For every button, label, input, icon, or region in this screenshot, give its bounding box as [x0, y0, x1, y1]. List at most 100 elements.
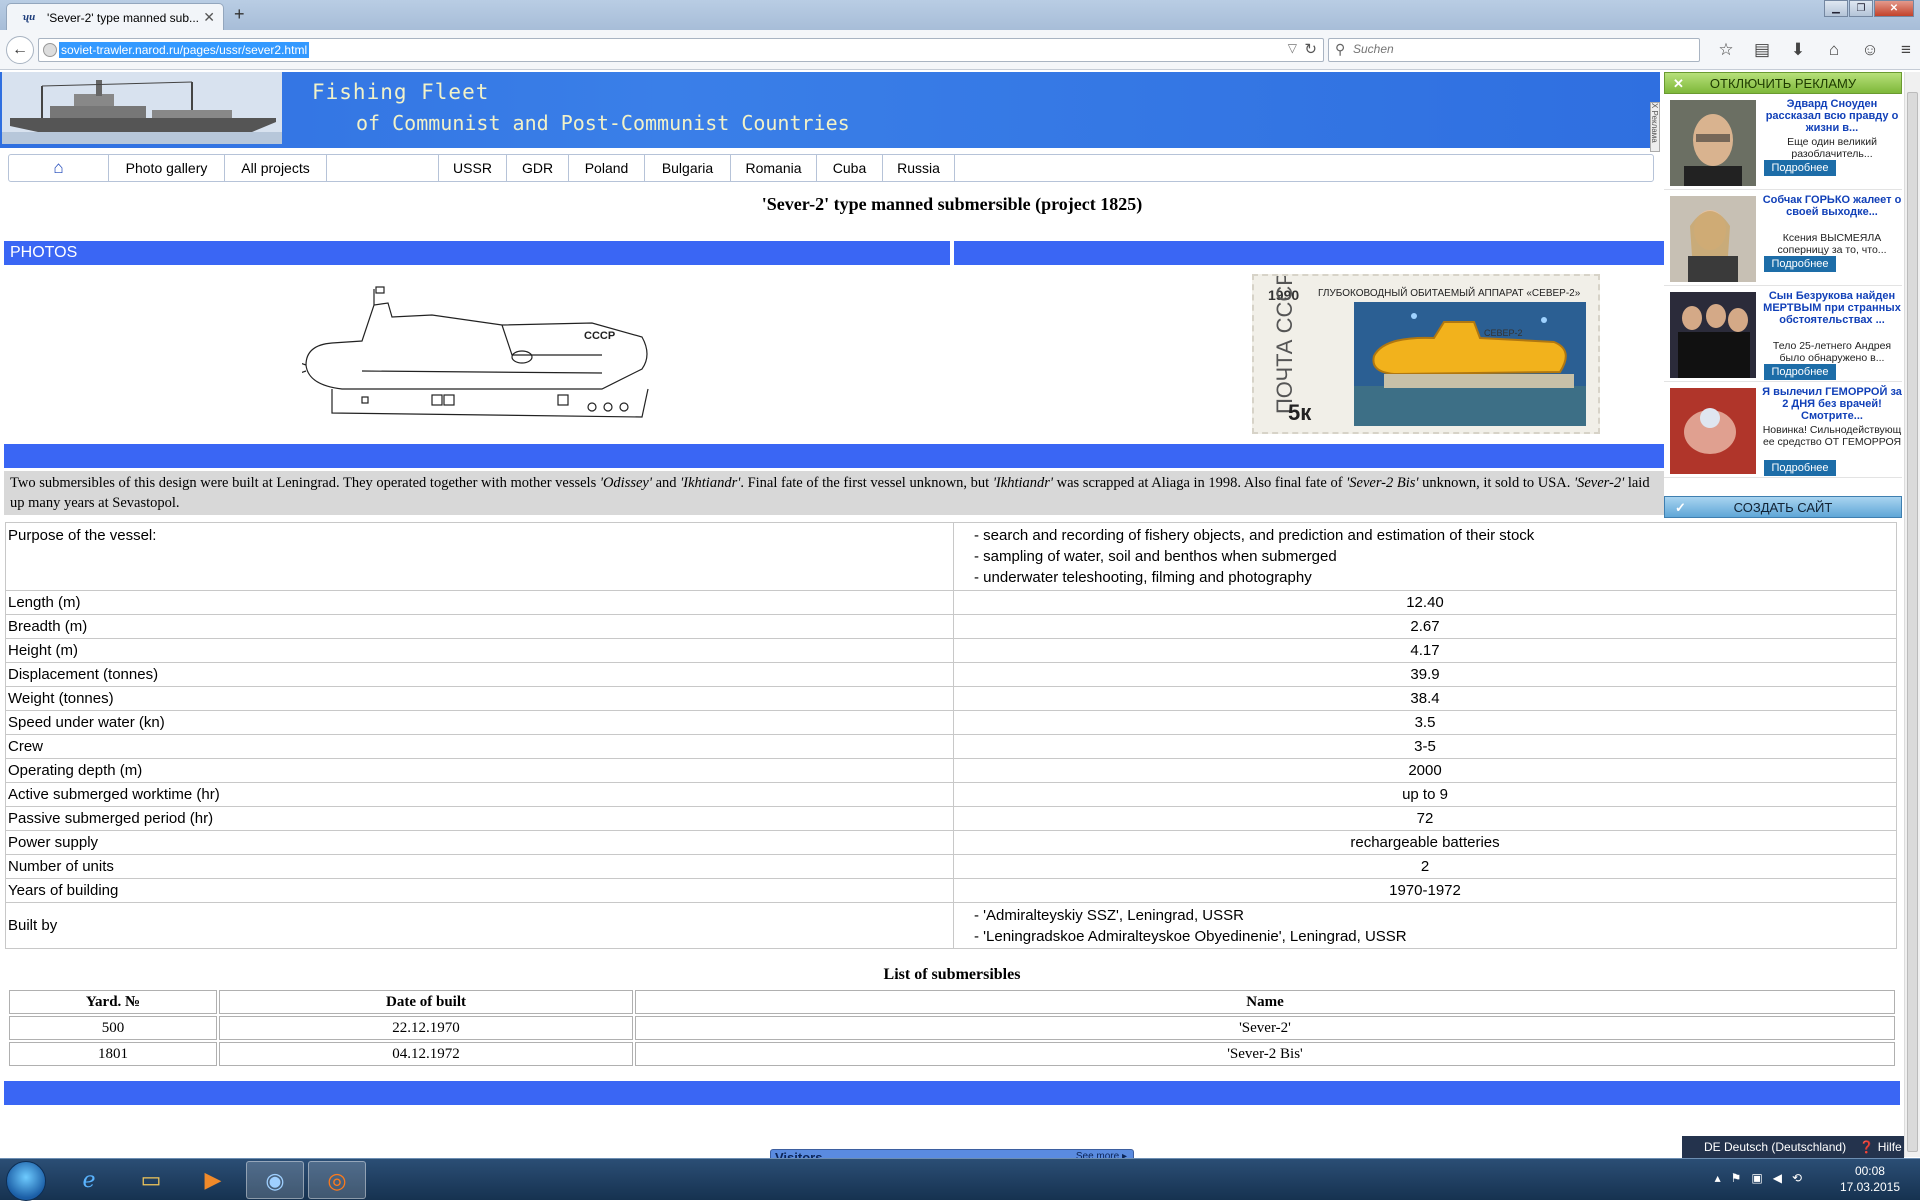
browser-tab[interactable]: ʯu 'Sever-2' type manned sub... ✕	[6, 3, 224, 30]
menu-all-projects[interactable]: All projects	[225, 155, 327, 181]
new-tab-button[interactable]: +	[234, 4, 245, 25]
url-text[interactable]: soviet-trawler.narod.ru/pages/ussr/sever…	[59, 42, 310, 58]
network-icon[interactable]: ▣	[1751, 1171, 1762, 1185]
desc-text: and	[651, 475, 681, 491]
bookmarks-list-icon[interactable]: ▤	[1744, 38, 1780, 62]
clock[interactable]: 00:08 17.03.2015	[1840, 1163, 1900, 1195]
spec-key: Active submerged worktime (hr)	[5, 782, 954, 807]
menu-photo-gallery[interactable]: Photo gallery	[109, 155, 225, 181]
firefox-icon[interactable]: ◎	[308, 1161, 366, 1199]
menu-cuba[interactable]: Cuba	[817, 155, 883, 181]
col-header-date: Date of built	[219, 990, 633, 1014]
home-icon[interactable]: ⌂	[53, 158, 63, 177]
ad-item[interactable]: Я вылечил ГЕМОРРОЙ за 2 ДНЯ без врачей! …	[1664, 384, 1902, 478]
cell-name: 'Sever-2'	[635, 1016, 1895, 1040]
url-bar[interactable]: soviet-trawler.narod.ru/pages/ussr/sever…	[38, 38, 1324, 62]
ad-photo	[1670, 292, 1756, 378]
cell-name: 'Sever-2 Bis'	[635, 1042, 1895, 1066]
postage-stamp[interactable]: СЕВЕР-2 1990 ГЛУБОКОВОДНЫЙ ОБИТАЕМЫЙ АПП…	[1252, 271, 1600, 434]
cell-yard: 500	[9, 1016, 217, 1040]
section-divider	[4, 444, 1664, 468]
bookmark-star-icon[interactable]: ☆	[1708, 38, 1744, 62]
menu-icon[interactable]: ≡	[1888, 38, 1920, 62]
stamp-country: ПОЧТА СССР	[1272, 276, 1297, 414]
ad-more-button[interactable]: Подробнее	[1764, 364, 1836, 380]
close-tab-icon[interactable]: ✕	[203, 9, 215, 26]
site-title-line1: Fishing Fleet	[312, 80, 490, 104]
spec-value: 2000	[953, 758, 1897, 783]
menu-ussr[interactable]: USSR	[439, 155, 507, 181]
menu-russia[interactable]: Russia	[883, 155, 955, 181]
desc-ship-name: 'Sever-2 Bis'	[1346, 475, 1419, 491]
table-row: Displacement (tonnes) 39.9	[5, 662, 1897, 687]
ad-headline[interactable]: Собчак ГОРЬКО жалеет о своей выходке...	[1762, 194, 1902, 218]
url-dropdown-icon[interactable]: ▽	[1288, 41, 1297, 55]
desc-ship-name: 'Sever-2'	[1574, 475, 1625, 491]
disable-ads-button[interactable]: ✕ ОТКЛЮЧИТЬ РЕКЛАМУ	[1664, 72, 1902, 94]
toolbar-icons: ☆ ▤ ⬇ ⌂ ☺ ≡	[1708, 38, 1920, 62]
ad-headline[interactable]: Эдвард Сноуден рассказал всю правду о жи…	[1762, 98, 1902, 134]
reload-icon[interactable]: ↻	[1304, 40, 1317, 58]
ad-text: Еще один великий разоблачитель...	[1787, 136, 1877, 160]
volume-icon[interactable]: ◀	[1773, 1171, 1782, 1185]
spec-key: Years of building	[5, 878, 954, 903]
internet-explorer-icon[interactable]: ℯ	[60, 1161, 118, 1199]
downloads-icon[interactable]: ⬇	[1780, 38, 1816, 62]
window-close-button[interactable]: ✕	[1874, 0, 1914, 17]
table-row: Number of units 2	[5, 854, 1897, 879]
start-button[interactable]	[6, 1161, 46, 1201]
ad-more-button[interactable]: Подробнее	[1764, 460, 1836, 476]
help-label[interactable]: Hilfe	[1878, 1140, 1902, 1154]
home-icon[interactable]: ⌂	[1816, 38, 1852, 62]
back-button[interactable]: ←	[6, 36, 34, 64]
builder-item: - 'Leningradskoe Admiralteyskoe Obyedine…	[974, 927, 1407, 945]
ad-more-button[interactable]: Подробнее	[1764, 256, 1836, 272]
site-identity-icon[interactable]	[43, 43, 57, 57]
scrollbar-thumb[interactable]	[1907, 92, 1918, 1152]
ad-headline[interactable]: Я вылечил ГЕМОРРОЙ за 2 ДНЯ без врачей! …	[1762, 386, 1902, 422]
ad-headline[interactable]: Сын Безрукова найден МЕРТВЫМ при странны…	[1762, 290, 1902, 326]
page-scrollbar[interactable]	[1904, 72, 1920, 1157]
spec-key: Power supply	[5, 830, 954, 855]
maximize-button[interactable]: ❐	[1849, 0, 1873, 17]
table-row: Height (m) 4.17	[5, 638, 1897, 663]
flag-icon[interactable]: ⚑	[1731, 1171, 1742, 1185]
file-explorer-icon[interactable]: ▭	[122, 1161, 180, 1199]
menu-bulgaria[interactable]: Bulgaria	[645, 155, 731, 181]
menu-gdr[interactable]: GDR	[507, 155, 569, 181]
menu-home[interactable]: ⌂	[9, 155, 109, 181]
stamp-caption: ГЛУБОКОВОДНЫЙ ОБИТАЕМЫЙ АППАРАТ «СЕВЕР-2…	[1318, 286, 1581, 299]
table-row: Built by - 'Admiralteyskiy SSZ', Leningr…	[5, 902, 1897, 949]
sync-icon[interactable]: ⟲	[1792, 1171, 1802, 1185]
spec-key: Height (m)	[5, 638, 954, 663]
table-row: Active submerged worktime (hr) up to 9	[5, 782, 1897, 807]
disable-ads-label: ОТКЛЮЧИТЬ РЕКЛАМУ	[1709, 76, 1857, 91]
ad-tag[interactable]: Х Реклама	[1650, 102, 1660, 152]
search-bar[interactable]: ⚲	[1328, 38, 1700, 62]
cell-date: 04.12.1972	[219, 1042, 633, 1066]
ad-item[interactable]: Собчак ГОРЬКО жалеет о своей выходке... …	[1664, 192, 1902, 286]
search-input[interactable]	[1353, 42, 1683, 56]
minimize-button[interactable]: ▁	[1824, 0, 1848, 17]
language-label[interactable]: DE Deutsch (Deutschland)	[1704, 1140, 1846, 1154]
chat-icon[interactable]: ☺	[1852, 38, 1888, 62]
help-icon[interactable]: ❓	[1859, 1140, 1874, 1154]
media-player-icon[interactable]: ▶	[184, 1161, 242, 1199]
google-earth-icon[interactable]: ◉	[246, 1161, 304, 1199]
ad-more-button[interactable]: Подробнее	[1764, 160, 1836, 176]
menu-romania[interactable]: Romania	[731, 155, 817, 181]
spec-key: Speed under water (kn)	[5, 710, 954, 735]
submersible-drawing[interactable]: СССР	[302, 285, 654, 421]
description: Two submersibles of this design were bui…	[4, 471, 1664, 515]
menu-poland[interactable]: Poland	[569, 155, 645, 181]
language-bar[interactable]: DE Deutsch (Deutschland) ❓ Hilfe	[1682, 1136, 1904, 1158]
col-header-name: Name	[635, 990, 1895, 1014]
ad-item[interactable]: Эдвард Сноуден рассказал всю правду о жи…	[1664, 96, 1902, 190]
ad-item[interactable]: Сын Безрукова найден МЕРТВЫМ при странны…	[1664, 288, 1902, 382]
tray-arrow-icon[interactable]: ▴	[1715, 1171, 1721, 1185]
spec-key: Built by	[5, 902, 954, 949]
spec-value: 12.40	[953, 590, 1897, 615]
create-site-button[interactable]: ✓ СОЗДАТЬ САЙТ	[1664, 496, 1902, 518]
ad-text: Тело 25-летнего Андрея было обнаружено в…	[1772, 340, 1892, 364]
spec-value: up to 9	[953, 782, 1897, 807]
